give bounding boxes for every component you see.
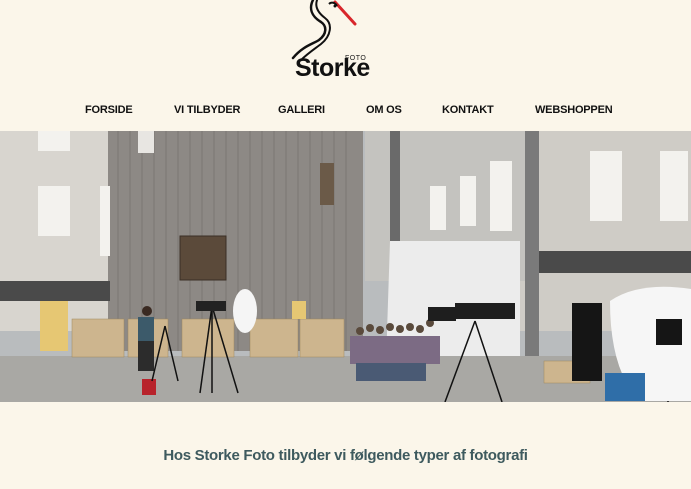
storke-foto-logo[interactable]: FOTO Storke xyxy=(283,0,373,86)
nav-item-om-os[interactable]: OM OS xyxy=(366,104,402,116)
nav-item-galleri[interactable]: GALLERI xyxy=(278,104,325,116)
section-heading: Hos Storke Foto tilbyder vi følgende typ… xyxy=(163,447,528,464)
logo-wordmark: Storke xyxy=(295,54,370,82)
nav-item-vi-tilbyder[interactable]: VI TILBYDER xyxy=(174,104,240,116)
nav-item-webshoppen[interactable]: WEBSHOPPEN xyxy=(535,104,613,116)
nav-item-forside[interactable]: FORSIDE xyxy=(85,104,133,116)
main-navigation: FORSIDE VI TILBYDER GALLERI OM OS KONTAK… xyxy=(0,104,691,120)
nav-item-kontakt[interactable]: KONTAKT xyxy=(442,104,494,116)
stork-icon xyxy=(291,0,357,60)
hero-image xyxy=(0,131,691,402)
